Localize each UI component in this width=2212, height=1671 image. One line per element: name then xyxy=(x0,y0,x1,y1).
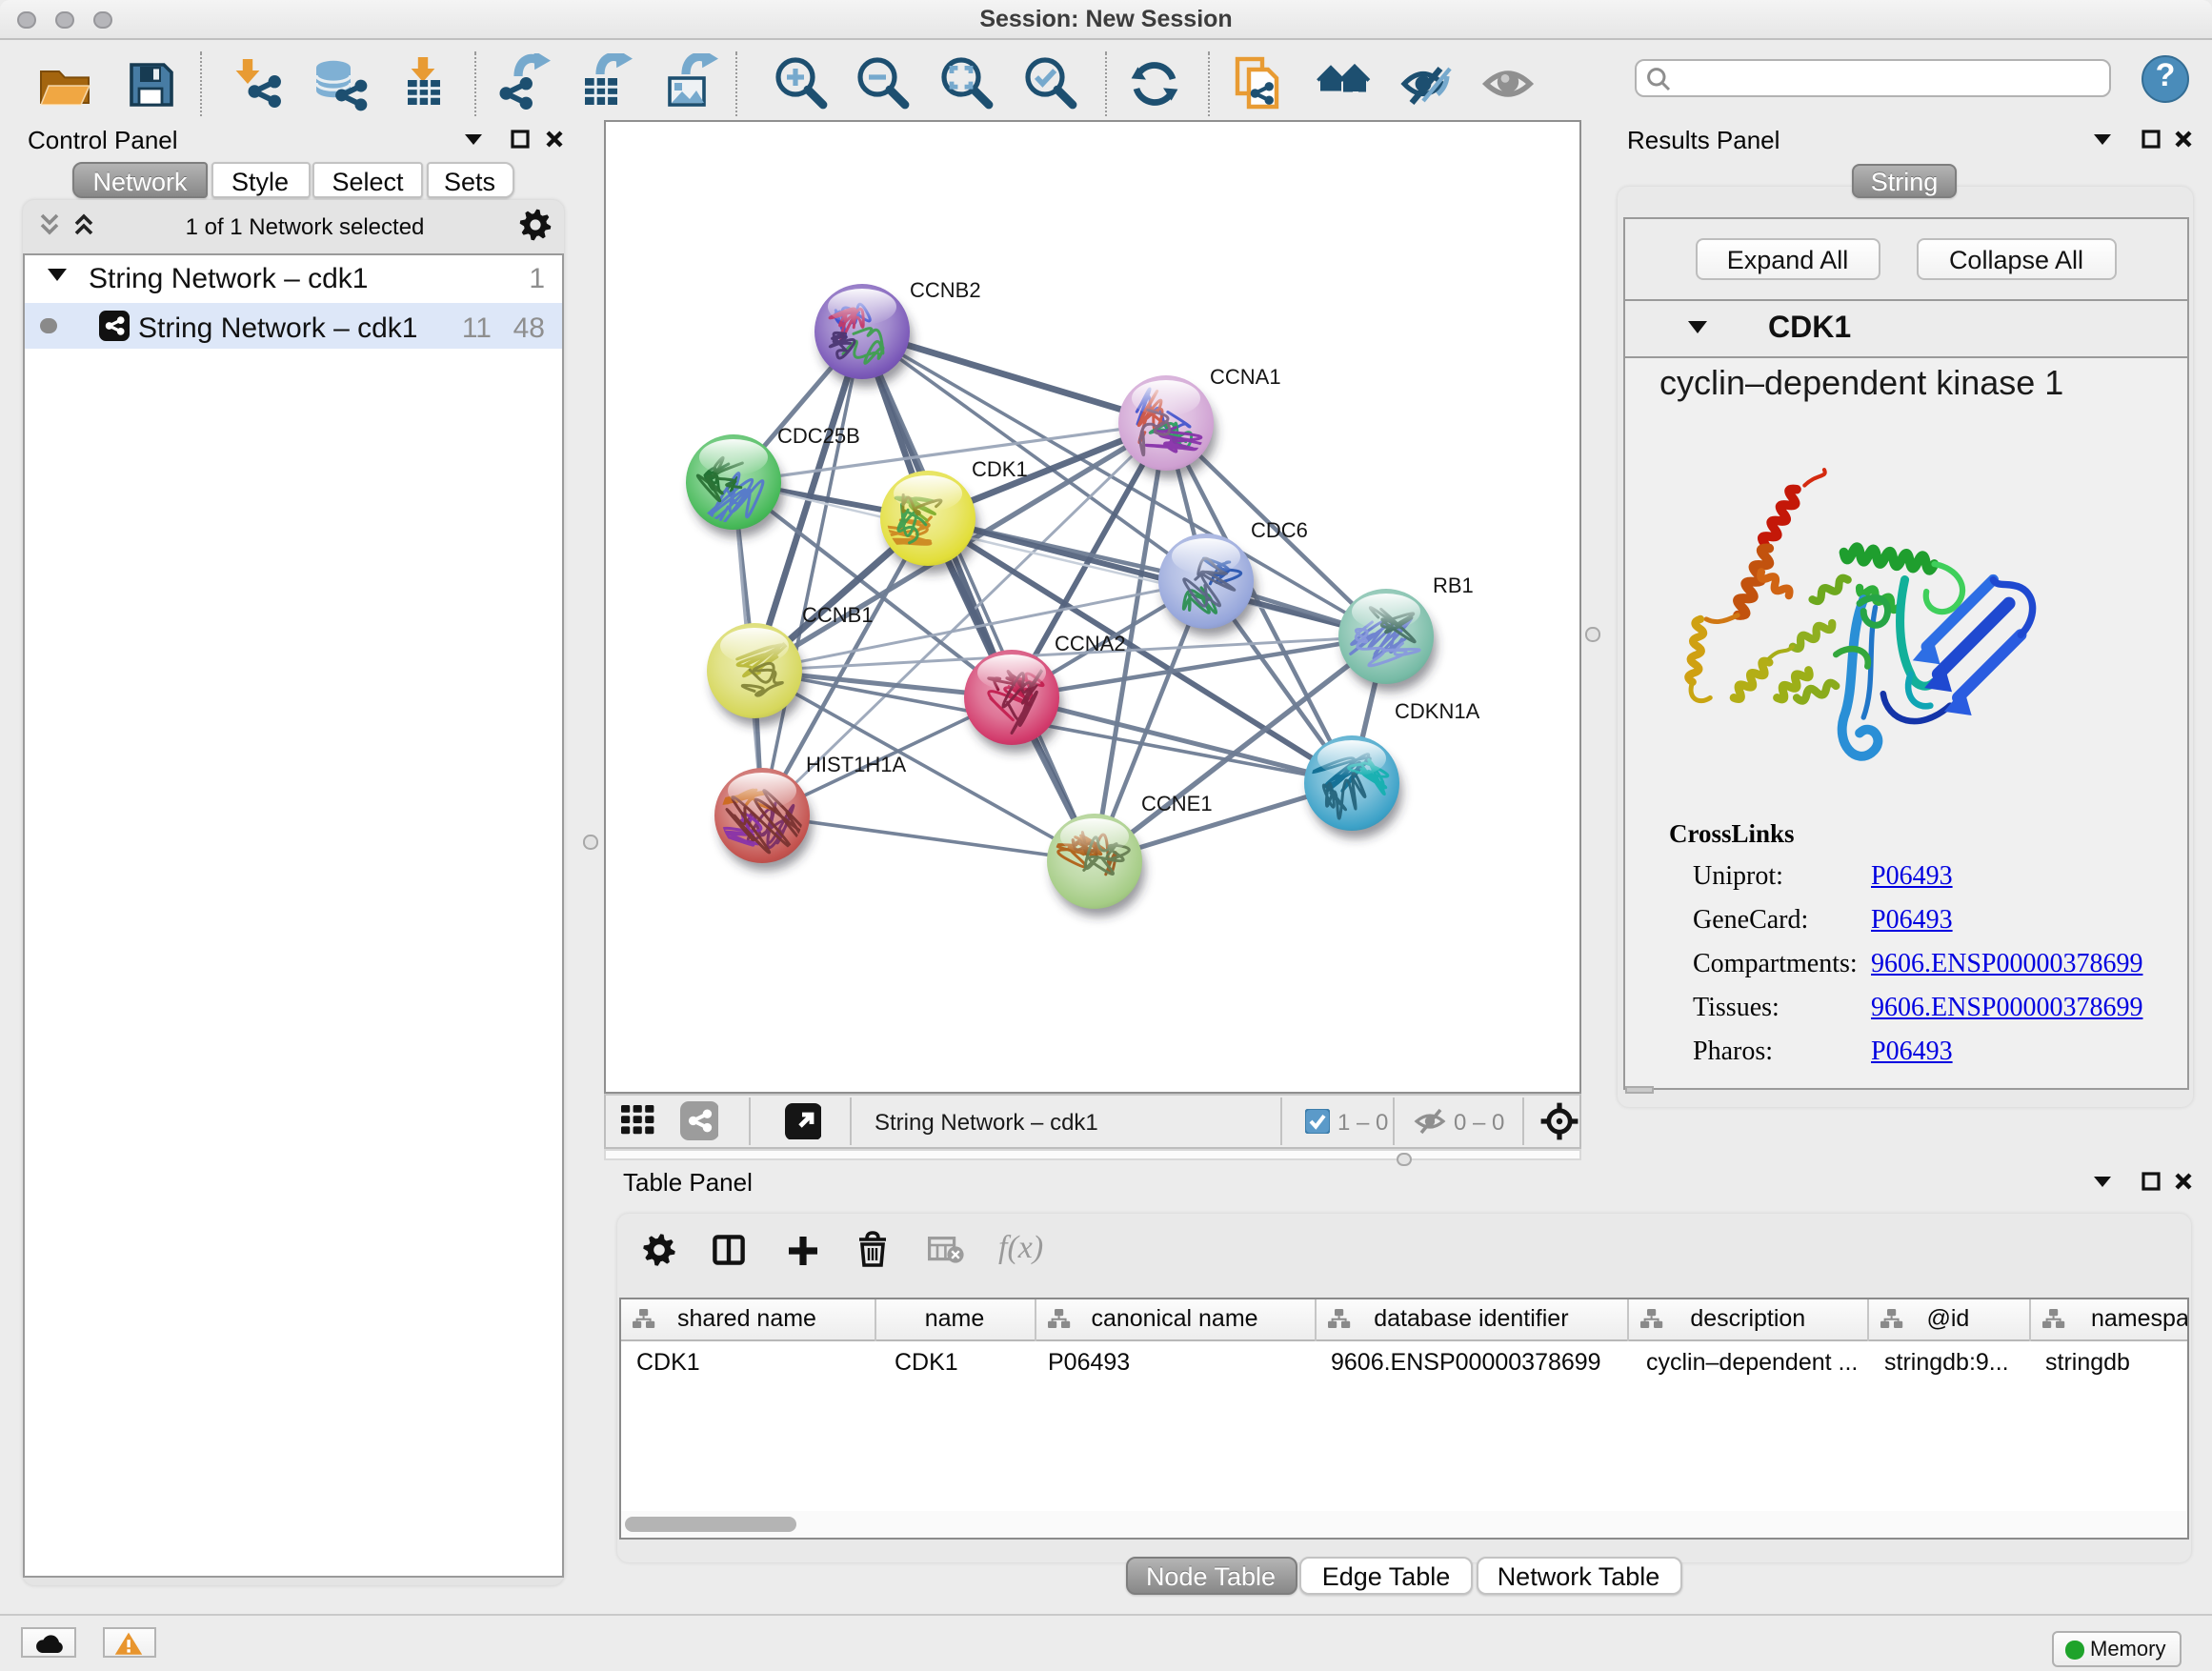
svg-text:CDKN1A: CDKN1A xyxy=(1395,699,1480,723)
svg-text:RB1: RB1 xyxy=(1433,574,1474,597)
svg-text:CDK1: CDK1 xyxy=(972,457,1028,481)
svg-text:CCNE1: CCNE1 xyxy=(1141,792,1213,815)
svg-text:CDC6: CDC6 xyxy=(1251,518,1308,542)
svg-text:HIST1H1A: HIST1H1A xyxy=(806,753,906,776)
svg-text:CCNA1: CCNA1 xyxy=(1210,365,1281,389)
svg-text:CCNB1: CCNB1 xyxy=(802,603,874,627)
svg-text:CCNB2: CCNB2 xyxy=(910,278,981,302)
svg-text:CCNA2: CCNA2 xyxy=(1055,632,1126,655)
svg-text:CDC25B: CDC25B xyxy=(777,424,860,448)
